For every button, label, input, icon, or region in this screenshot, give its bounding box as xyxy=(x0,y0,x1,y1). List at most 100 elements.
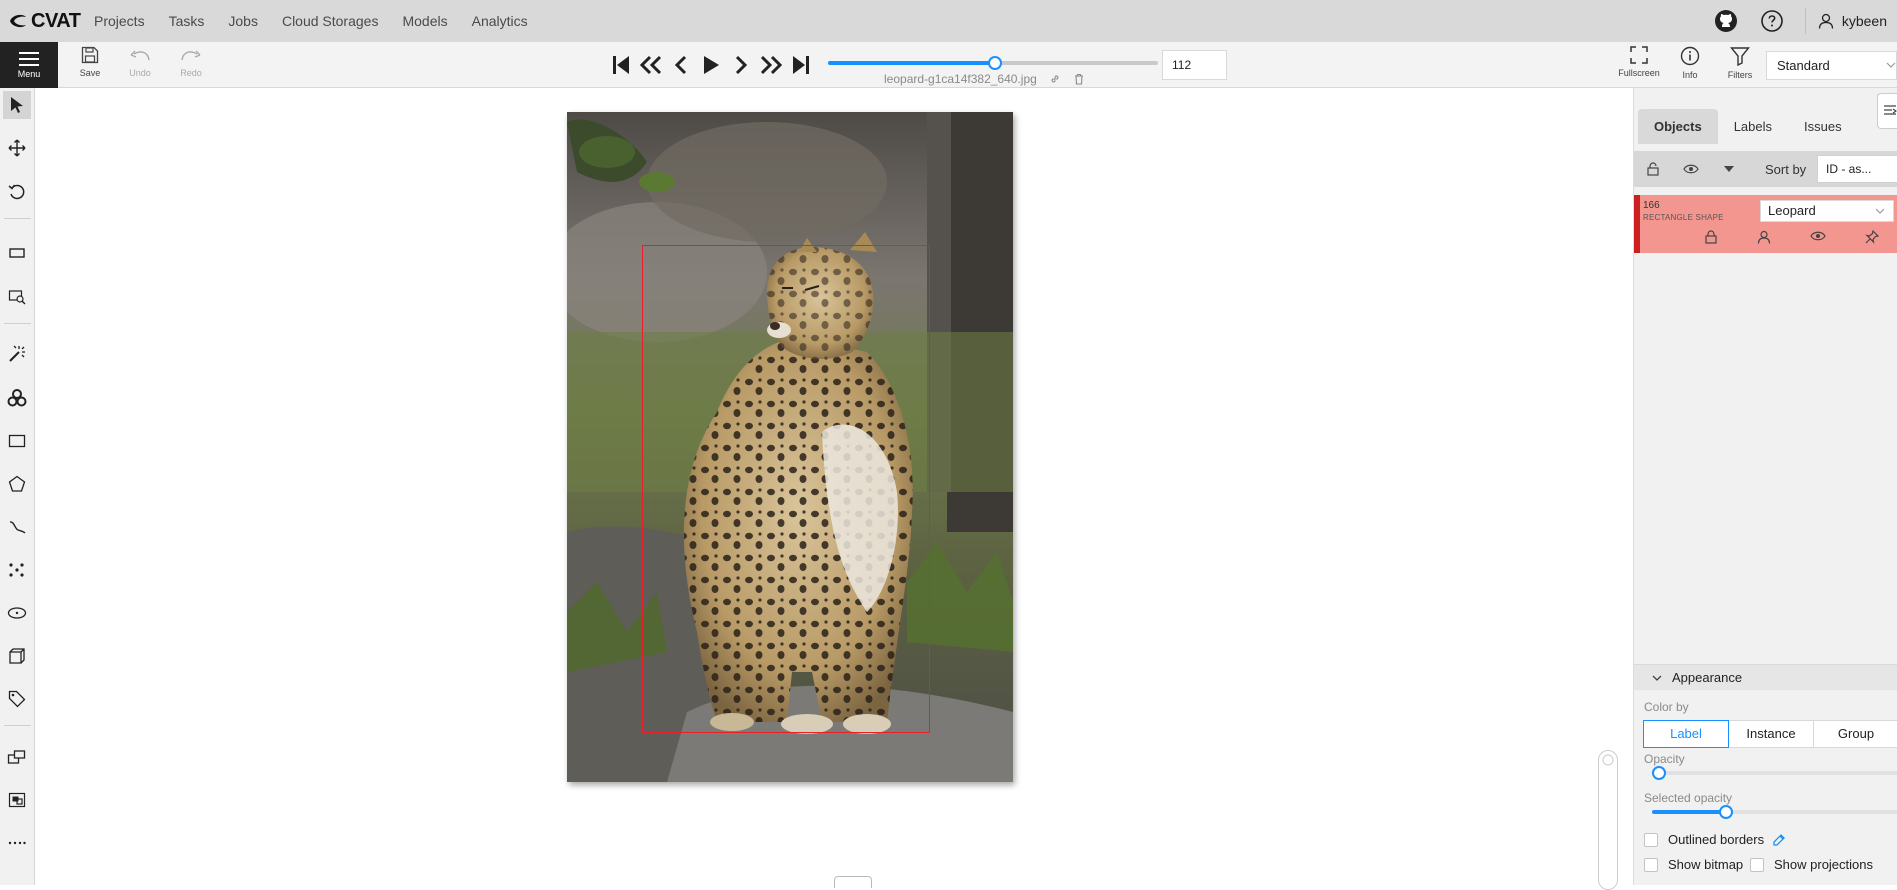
nav-link-cloud-storages[interactable]: Cloud Storages xyxy=(282,13,379,29)
draw-ellipse-tool[interactable] xyxy=(3,599,31,627)
info-icon xyxy=(1680,46,1700,66)
color-picker-icon[interactable] xyxy=(1772,833,1786,847)
selected-opacity-slider-track xyxy=(1652,810,1726,814)
lock-icon[interactable] xyxy=(1704,230,1718,244)
magic-wand-tool[interactable] xyxy=(3,340,31,368)
fit-image-tool[interactable] xyxy=(3,239,31,267)
chevron-right-icon xyxy=(735,55,748,75)
fullscreen-button[interactable]: Fullscreen xyxy=(1615,46,1663,78)
more-tools[interactable] xyxy=(3,829,31,857)
outlined-borders-checkbox[interactable]: Outlined borders xyxy=(1644,832,1786,847)
color-by-group-option[interactable]: Group xyxy=(1813,720,1897,748)
redo-button[interactable]: Redo xyxy=(171,46,211,78)
frame-slider[interactable] xyxy=(828,56,1158,70)
nav-link-jobs[interactable]: Jobs xyxy=(228,13,258,29)
setup-tag-tool[interactable] xyxy=(3,685,31,713)
draw-polygon-tool[interactable] xyxy=(3,470,31,498)
cvat-logo[interactable]: CVAT xyxy=(8,10,94,33)
draw-cuboid-tool[interactable] xyxy=(3,642,31,670)
user-icon xyxy=(1818,13,1833,29)
object-type: RECTANGLE SHAPE xyxy=(1643,213,1724,222)
sidebar-collapse-button[interactable] xyxy=(1877,93,1897,129)
frame-slider-handle[interactable] xyxy=(987,56,1002,70)
merge-shapes-tool[interactable] xyxy=(3,743,31,771)
eye-icon[interactable] xyxy=(1809,230,1826,242)
color-by-instance-option[interactable]: Instance xyxy=(1728,720,1814,748)
undo-icon xyxy=(130,50,150,61)
nav-link-models[interactable]: Models xyxy=(402,13,447,29)
pin-icon[interactable] xyxy=(1864,230,1879,244)
fullscreen-label: Fullscreen xyxy=(1618,68,1660,78)
show-projections-checkbox[interactable]: Show projections xyxy=(1750,857,1873,872)
zoom-region-tool[interactable] xyxy=(3,283,31,311)
previous-frame-button[interactable] xyxy=(666,50,696,80)
occluded-icon[interactable] xyxy=(1757,230,1771,244)
forward-step-button[interactable] xyxy=(756,50,786,80)
menu-button[interactable]: Menu xyxy=(0,42,58,88)
fast-backward-icon xyxy=(639,55,662,75)
sort-label: Sort by xyxy=(1765,162,1807,177)
info-button[interactable]: Info xyxy=(1666,46,1714,80)
zoom-handle-icon xyxy=(1602,754,1614,766)
object-label-select[interactable]: Leopard xyxy=(1760,200,1894,222)
leopard-bounding-box[interactable] xyxy=(642,245,930,733)
selected-opacity-slider-handle[interactable] xyxy=(1718,805,1733,819)
checkbox-box[interactable] xyxy=(1644,857,1658,872)
draw-polyline-tool[interactable] xyxy=(3,513,31,541)
ai-tools[interactable] xyxy=(3,384,31,412)
checkbox-box[interactable] xyxy=(1750,857,1764,872)
sort-select[interactable]: ID - as... xyxy=(1817,155,1897,183)
cursor-tool[interactable] xyxy=(3,91,31,119)
checkbox-box[interactable] xyxy=(1644,832,1658,847)
chevron-down-icon xyxy=(1875,208,1885,214)
first-frame-button[interactable] xyxy=(606,50,636,80)
link-icon[interactable] xyxy=(1049,73,1061,85)
backward-step-button[interactable] xyxy=(636,50,666,80)
nav-link-tasks[interactable]: Tasks xyxy=(169,13,205,29)
group-shapes-tool[interactable] xyxy=(3,786,31,814)
tool-separator xyxy=(4,323,31,324)
fit-image-icon xyxy=(9,248,25,258)
polygon-icon xyxy=(8,475,26,492)
move-tool[interactable] xyxy=(3,134,31,162)
redo-icon xyxy=(181,50,201,61)
expand-all-icon[interactable] xyxy=(1710,165,1748,173)
nav-link-analytics[interactable]: Analytics xyxy=(472,13,528,29)
opacity-slider[interactable] xyxy=(1652,766,1897,780)
object-item[interactable]: 166 RECTANGLE SHAPE Leopard xyxy=(1634,195,1897,253)
lock-all-icon[interactable] xyxy=(1634,162,1672,176)
zoom-slider[interactable] xyxy=(1598,750,1618,890)
filters-button[interactable]: Filters xyxy=(1716,46,1764,80)
eye-all-icon[interactable] xyxy=(1672,163,1710,175)
merge-icon xyxy=(7,750,26,764)
next-frame-button[interactable] xyxy=(726,50,756,80)
rectangle-icon xyxy=(8,434,26,448)
opacity-slider-handle[interactable] xyxy=(1652,766,1667,780)
frame-number-input[interactable]: 112 xyxy=(1162,50,1227,80)
delete-frame-icon[interactable] xyxy=(1073,73,1085,85)
draw-rectangle-tool[interactable] xyxy=(3,427,31,455)
rotate-tool[interactable] xyxy=(3,178,31,206)
last-frame-button[interactable] xyxy=(786,50,816,80)
tab-objects[interactable]: Objects xyxy=(1638,109,1718,144)
cuboid-icon xyxy=(9,648,25,664)
save-button[interactable]: Save xyxy=(70,46,110,78)
show-bitmap-checkbox[interactable]: Show bitmap xyxy=(1644,857,1743,872)
user-menu[interactable]: kybeen xyxy=(1818,13,1897,29)
draw-points-tool[interactable] xyxy=(3,556,31,584)
help-icon[interactable] xyxy=(1759,8,1785,34)
annotation-canvas[interactable] xyxy=(35,88,1633,890)
play-button[interactable] xyxy=(696,50,726,80)
nav-divider xyxy=(1804,8,1806,34)
appearance-header[interactable]: Appearance xyxy=(1634,665,1897,690)
nav-link-projects[interactable]: Projects xyxy=(94,13,145,29)
tab-issues[interactable]: Issues xyxy=(1788,109,1858,144)
bottom-panel-handle[interactable] xyxy=(834,876,872,888)
color-by-label-option[interactable]: Label xyxy=(1643,720,1729,748)
github-icon[interactable] xyxy=(1713,8,1739,34)
username: kybeen xyxy=(1841,13,1887,29)
selected-opacity-slider[interactable] xyxy=(1652,805,1897,819)
undo-button[interactable]: Undo xyxy=(120,46,160,78)
workspace-select[interactable]: Standard xyxy=(1766,51,1897,80)
tab-labels[interactable]: Labels xyxy=(1718,109,1788,144)
